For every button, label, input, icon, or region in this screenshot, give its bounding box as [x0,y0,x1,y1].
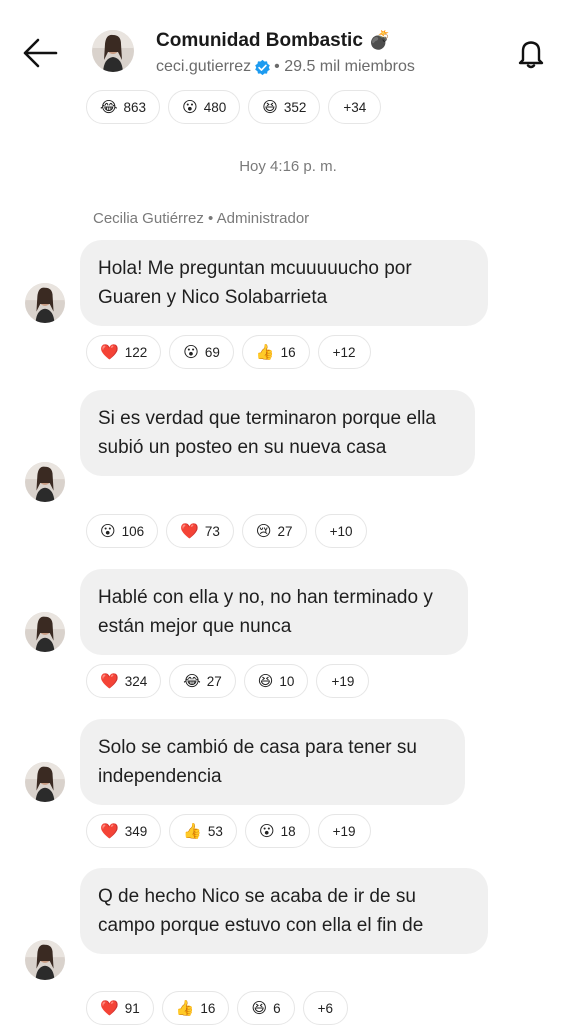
reaction-chip[interactable]: 😆 6 [237,991,295,1025]
reaction-count: 324 [124,673,148,689]
more-reactions-count: +12 [332,344,356,360]
heart-icon: ❤️ [100,822,119,840]
reaction-count: 480 [203,99,227,115]
more-reactions-count: +19 [332,823,356,839]
reaction-count: 352 [283,99,307,115]
reaction-bar: 😂 863 😮 480 😆 352 +34 [86,90,382,124]
reaction-count: 69 [204,344,220,360]
grinning-squint-icon: 😆 [262,98,278,116]
more-reactions-count: +19 [331,673,355,689]
reaction-count: 27 [206,673,222,689]
more-reactions-chip[interactable]: +6 [302,991,348,1025]
reaction-bar: 😮 106 ❤️ 73 😢 27 +10 [86,514,368,548]
surprised-face-icon: 😮 [258,822,275,840]
message-bubble[interactable]: Si es verdad que terminaron porque ella … [80,390,475,476]
reaction-count: 6 [273,1000,281,1016]
reaction-chip[interactable]: 😮 106 [86,514,159,548]
sender-avatar[interactable] [25,762,65,802]
channel-title-text: Comunidad Bombastic [156,30,363,51]
reaction-chip[interactable]: 😆 10 [243,664,309,698]
reaction-count: 27 [277,523,293,539]
message-bubble[interactable]: Hola! Me preguntan mcuuuuucho por Guaren… [80,240,488,326]
reaction-count: 18 [280,823,296,839]
sad-face-icon: 😢 [255,522,272,540]
more-reactions-count: +34 [343,99,367,115]
surprised-face-icon: 😮 [182,98,198,116]
reaction-chip[interactable]: ❤️ 122 [86,335,162,369]
surprised-face-icon: 😮 [100,522,116,540]
more-reactions-chip[interactable]: +10 [314,514,368,548]
reaction-chip[interactable]: ❤️ 91 [86,991,154,1025]
reaction-chip[interactable]: ❤️ 349 [86,814,162,848]
more-reactions-count: +10 [329,523,353,539]
grinning-squint-icon: 😆 [251,999,268,1017]
sender-avatar[interactable] [25,940,65,980]
reaction-chip[interactable]: 😮 18 [244,814,310,848]
reaction-count: 349 [124,823,148,839]
more-reactions-chip[interactable]: +19 [316,664,370,698]
channel-subtitle: ceci.gutierrez • 29.5 mil miembros [156,58,415,76]
reaction-chip[interactable]: 👍 16 [161,991,230,1025]
message-bubble[interactable]: Hablé con ella y no, no han terminado y … [80,569,468,655]
reaction-chip[interactable]: 👍 16 [241,335,310,369]
sender-avatar[interactable] [25,462,65,502]
member-count: • 29.5 mil miembros [274,58,415,75]
reaction-bar: ❤️ 122 😮 69 👍 16 +12 [86,335,371,369]
reaction-chip[interactable]: 👍 53 [169,814,237,848]
reaction-count: 53 [207,823,223,839]
reaction-chip[interactable]: 😮 69 [169,335,234,369]
laughing-tears-icon: 😂 [183,672,201,690]
reaction-count: 16 [280,344,296,360]
reaction-chip[interactable]: 😢 27 [241,514,307,548]
heart-icon: ❤️ [180,522,199,540]
thumbs-up-icon: 👍 [183,822,202,840]
verified-badge-icon [255,59,270,75]
thumbs-up-icon: 👍 [175,999,195,1017]
heart-icon: ❤️ [100,999,119,1017]
reaction-chip[interactable]: ❤️ 324 [86,664,162,698]
reaction-bar: ❤️ 91 👍 16 😆 6 +6 [86,991,348,1025]
reaction-chip[interactable]: ❤️ 73 [166,514,234,548]
reaction-chip[interactable]: 😆 352 [248,90,321,124]
reaction-count: 106 [121,523,145,539]
reaction-chip[interactable]: 😂 27 [169,664,236,698]
more-reactions-count: +6 [317,1000,333,1016]
heart-icon: ❤️ [100,672,119,690]
channel-title: Comunidad Bombastic 💣 [156,30,391,52]
arrow-left-icon [23,38,58,68]
sender-label: Cecilia Gutiérrez • Administrador [93,210,310,227]
reaction-bar: ❤️ 349 👍 53 😮 18 +19 [86,814,371,848]
reaction-chip[interactable]: 😂 863 [86,90,161,124]
thumbs-up-icon: 👍 [255,343,275,361]
bomb-icon: 💣 [368,30,392,50]
reaction-count: 91 [124,1000,140,1016]
sender-avatar[interactable] [25,283,65,323]
reaction-bar: ❤️ 324 😂 27 😆 10 +19 [86,664,370,698]
channel-avatar[interactable] [92,30,134,72]
notifications-button[interactable] [514,36,548,70]
more-reactions-chip[interactable]: +34 [328,90,382,124]
more-reactions-chip[interactable]: +19 [317,814,371,848]
back-button[interactable] [20,36,60,70]
surprised-face-icon: 😮 [183,343,199,361]
channel-header: Comunidad Bombastic 💣 ceci.gutierrez • 29… [0,0,576,92]
reaction-count: 863 [123,99,147,115]
message-bubble[interactable]: Q de hecho Nico se acaba de ir de su cam… [80,868,488,954]
sender-avatar[interactable] [25,612,65,652]
heart-icon: ❤️ [100,343,119,361]
timestamp: Hoy 4:16 p. m. [239,158,337,175]
grinning-squint-icon: 😆 [257,672,274,690]
reaction-count: 122 [124,344,148,360]
message-bubble[interactable]: Solo se cambió de casa para tener su ind… [80,719,465,805]
reaction-count: 16 [200,1000,216,1016]
more-reactions-chip[interactable]: +12 [317,335,371,369]
reaction-count: 10 [279,673,295,689]
admin-handle: ceci.gutierrez [156,58,252,75]
laughing-tears-icon: 😂 [100,98,118,116]
reaction-chip[interactable]: 😮 480 [168,90,241,124]
bell-icon [518,41,544,69]
reaction-count: 73 [204,523,220,539]
